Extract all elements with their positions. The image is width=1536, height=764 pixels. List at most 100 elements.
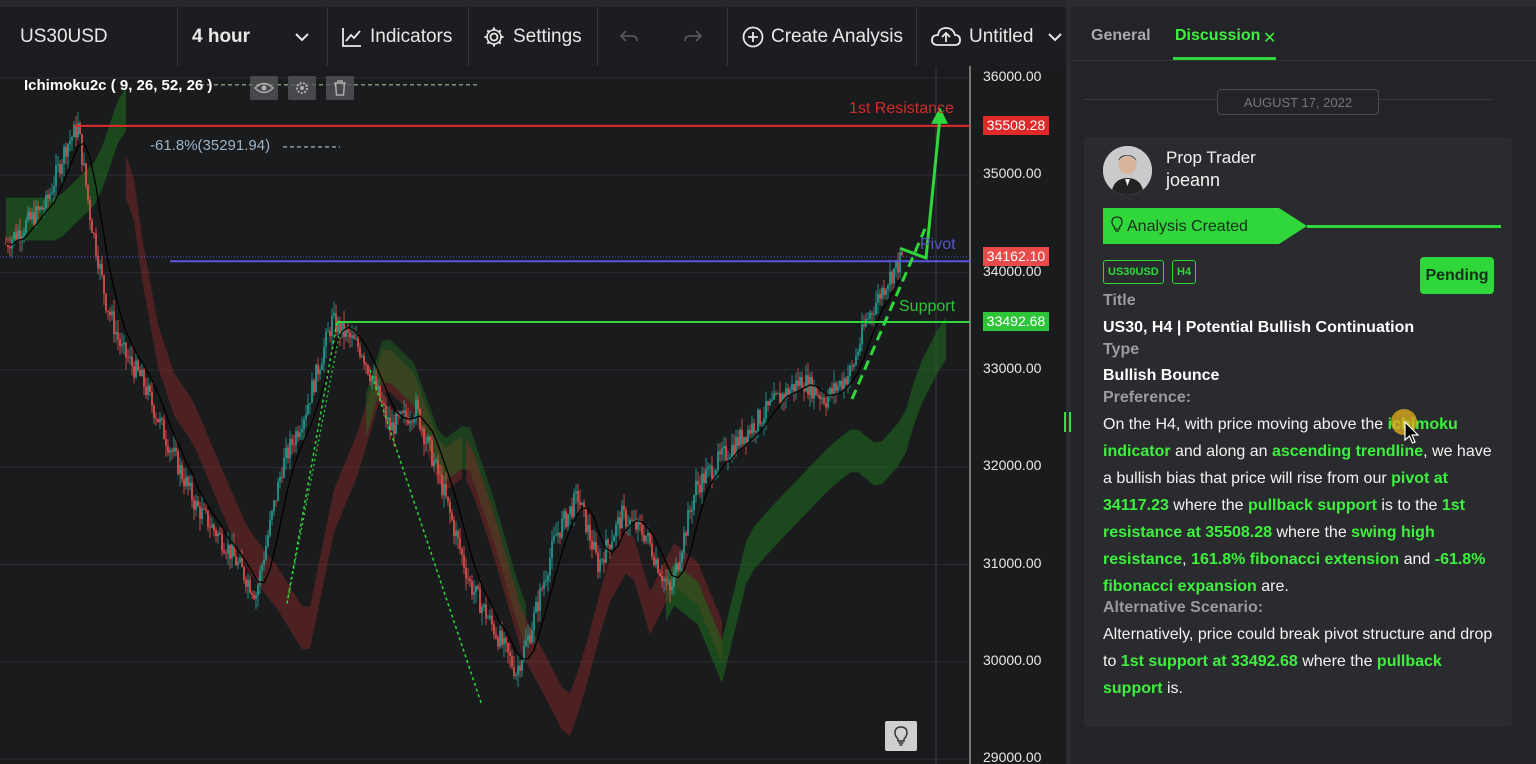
candle-body: [891, 271, 893, 284]
candle-body: [403, 410, 405, 413]
indicators-button[interactable]: Indicators: [341, 7, 452, 66]
candle-body: [67, 144, 69, 157]
trash-icon[interactable]: [326, 76, 354, 100]
candle-body: [445, 484, 447, 497]
candle-body: [219, 533, 221, 535]
price-chart[interactable]: Ichimoku2c ( 9, 26, 52, 26 ) -61.8%(3529…: [0, 66, 1068, 764]
candle-body: [595, 541, 597, 553]
candle-body: [29, 211, 31, 220]
candle-body: [317, 364, 319, 375]
candle-body: [625, 509, 627, 527]
candle-body: [643, 534, 645, 542]
candle-body: [87, 185, 89, 200]
create-analysis-label: Create Analysis: [771, 25, 904, 47]
tabs-border: [1071, 60, 1536, 61]
undo-icon[interactable]: [618, 7, 640, 66]
candle-body: [613, 536, 615, 542]
candle-body: [837, 385, 839, 391]
candle-body: [207, 510, 209, 528]
candle-body: [285, 447, 287, 459]
candle-body: [89, 199, 91, 220]
redo-icon[interactable]: [682, 7, 704, 66]
candle-body: [93, 232, 95, 234]
candle-body: [817, 395, 819, 397]
candle-body: [287, 447, 289, 459]
candle-body: [415, 400, 417, 419]
candle-body: [151, 392, 153, 406]
candle-body: [577, 491, 579, 502]
candle-body: [33, 212, 35, 226]
candle-body: [15, 232, 17, 240]
candle-body: [373, 376, 375, 379]
candle-body: [793, 384, 795, 392]
candle-body: [461, 549, 463, 555]
candle-body: [213, 524, 215, 531]
candle-body: [795, 380, 797, 392]
candle-body: [775, 393, 777, 395]
candle-body: [277, 481, 279, 502]
price-tick: 36000.00: [983, 68, 1042, 84]
candle-body: [871, 312, 873, 315]
chart-canvas[interactable]: [0, 66, 1068, 764]
candle-body: [875, 302, 877, 314]
settings-button[interactable]: Settings: [483, 7, 582, 66]
candle-body: [741, 429, 743, 445]
tab-discussion[interactable]: Discussion: [1175, 27, 1260, 45]
candle-body: [551, 540, 553, 559]
candle-body: [107, 310, 109, 313]
alternative-text: Alternatively, price could break pivot s…: [1103, 621, 1503, 702]
timeframe-select[interactable]: 4 hour: [192, 7, 250, 66]
indicator-settings-gear-icon[interactable]: [288, 76, 316, 100]
candle-body: [679, 562, 681, 570]
preference-text: On the H4, with price moving above the i…: [1103, 411, 1503, 600]
plus-circle-icon: [742, 26, 764, 48]
candle-body: [239, 558, 241, 562]
candle-body: [869, 312, 871, 319]
candle-body: [45, 194, 47, 209]
candle-body: [681, 552, 683, 563]
candle-body: [61, 163, 63, 174]
pref-text: where the: [1168, 497, 1249, 514]
candle-body: [205, 508, 207, 511]
candle-body: [293, 444, 295, 446]
candle-body: [289, 439, 291, 459]
candle-body: [797, 380, 799, 386]
candle-body: [19, 230, 21, 240]
candle-body: [567, 513, 569, 527]
candle-body: [537, 602, 539, 612]
candle-body: [9, 246, 11, 249]
candle-body: [105, 293, 107, 311]
candle-body: [291, 439, 293, 445]
candle-body: [721, 448, 723, 455]
candle-body: [111, 311, 113, 316]
create-analysis-button[interactable]: Create Analysis: [742, 7, 903, 66]
candle-body: [529, 635, 531, 643]
lightbulb-icon[interactable]: [885, 721, 917, 751]
close-icon[interactable]: ✕: [1263, 28, 1276, 48]
candle-body: [301, 429, 303, 433]
candle-body: [893, 268, 895, 284]
candle-body: [319, 369, 321, 375]
candle-body: [273, 500, 275, 511]
candle-body: [321, 363, 323, 370]
visibility-eye-icon[interactable]: [250, 76, 278, 100]
candle-body: [97, 255, 99, 269]
candle-body: [231, 544, 233, 559]
candle-body: [391, 422, 393, 431]
candle-body: [421, 428, 423, 430]
candle-body: [81, 134, 83, 165]
pending-button[interactable]: Pending: [1420, 257, 1494, 294]
candle-body: [689, 510, 691, 512]
candle-body: [687, 510, 689, 536]
candle-body: [743, 436, 745, 445]
pref-highlight: ascending trendline: [1271, 443, 1424, 460]
symbol-label[interactable]: US30USD: [20, 7, 108, 66]
candle-body: [575, 491, 577, 494]
untitled-chevron-icon[interactable]: [1045, 7, 1065, 66]
untitled-layout-button[interactable]: Untitled: [930, 7, 1033, 66]
chevron-down-icon[interactable]: [292, 7, 312, 66]
candle-body: [183, 479, 185, 487]
candle-body: [263, 560, 265, 566]
tab-general[interactable]: General: [1091, 27, 1151, 45]
pivot-price-tag: 34162.10: [983, 247, 1049, 266]
